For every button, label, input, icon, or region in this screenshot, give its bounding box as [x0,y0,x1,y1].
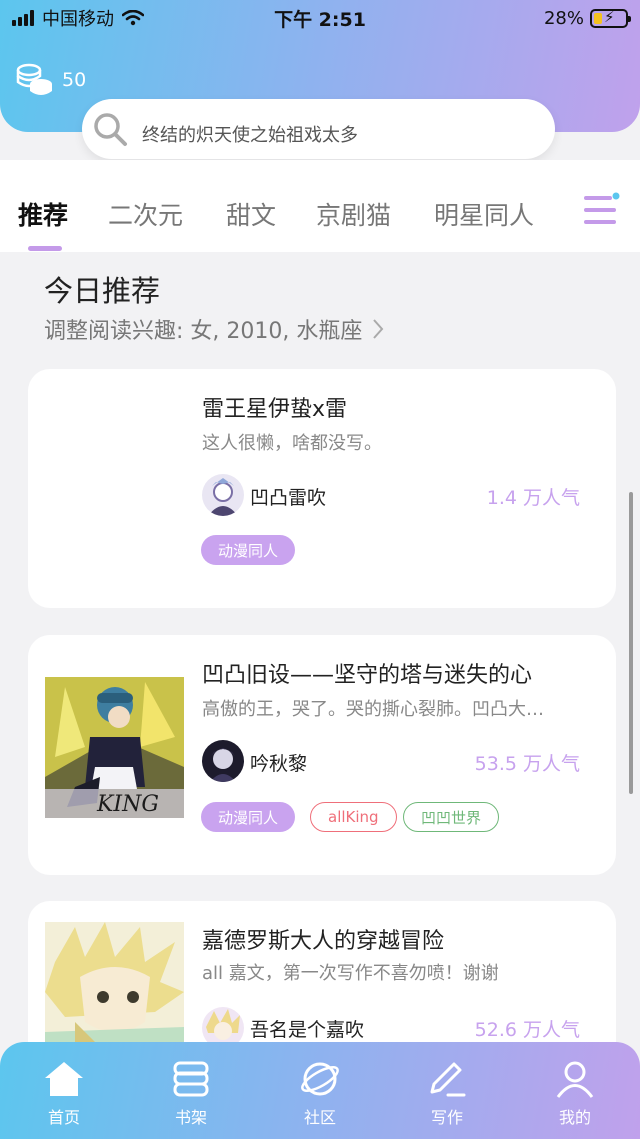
coin-count: 50 [62,69,87,91]
battery-icon: ⚡ [590,8,631,28]
nav-home[interactable]: 首页 [24,1060,104,1128]
book-description: 这人很懒，啥都没写。 [202,433,382,454]
author-name[interactable]: 凹凸雷吹 [250,483,326,510]
status-right: 28% ⚡ [543,7,631,29]
status-left: 中国移动 [12,5,144,31]
popularity: 53.5 万人气 [474,753,580,775]
tab-anime[interactable]: 二次元 [108,196,183,232]
tab-celebrity[interactable]: 明星同人 [434,196,534,232]
section-title: 今日推荐 [44,274,161,308]
popularity: 1.4 万人气 [486,487,580,509]
signal-icon [12,10,34,26]
category-tabs: 推荐 二次元 甜文 京剧猫 明星同人 [0,160,640,252]
author-name[interactable]: 吟秋黎 [250,749,307,776]
chevron-right-icon [373,319,384,339]
wifi-icon [122,10,144,26]
active-tab-indicator [28,246,62,251]
nav-write[interactable]: 写作 [407,1060,487,1128]
search-icon [94,113,127,146]
carrier-label: 中国移动 [42,9,114,30]
book-cover[interactable]: KING [45,677,184,818]
nav-bookshelf[interactable]: 书架 [151,1060,231,1128]
scrollbar[interactable] [629,492,633,794]
bookshelf-icon [173,1061,209,1097]
tab-sweet[interactable]: 甜文 [226,196,276,232]
cover-text: KING [96,792,159,817]
home-icon [45,1062,83,1096]
nav-profile[interactable]: 我的 [535,1060,615,1128]
book-title: 嘉德罗斯大人的穿越冒险 [202,929,445,954]
nav-community[interactable]: 社区 [280,1060,360,1128]
book-title: 凹凸旧设——坚守的塔与迷失的心 [202,663,533,688]
nav-label: 社区 [303,1108,336,1127]
search-placeholder: 终结的炽天使之始祖戏太多 [142,125,358,146]
section-subtitle: 调整阅读兴趣: 女, 2010, 水瓶座 [44,319,363,344]
tab-recommend[interactable]: 推荐 [18,196,68,232]
tag[interactable]: 动漫同人 [201,802,296,832]
category-menu-icon[interactable] [580,190,622,230]
search-bar[interactable]: 终结的炽天使之始祖戏太多 [82,99,555,159]
pen-icon [430,1062,466,1097]
tab-opera-cat[interactable]: 京剧猫 [316,196,391,232]
coin-balance[interactable]: 50 [16,62,86,98]
nav-label: 我的 [558,1108,591,1127]
author-avatar[interactable] [202,740,244,782]
nav-label: 写作 [430,1108,463,1127]
author-name[interactable]: 吾名是个嘉吹 [250,1015,364,1042]
book-description: all 嘉文，第一次写作不喜勿喷！谢谢 [202,963,499,984]
tag[interactable]: allKing [310,802,397,832]
nav-label: 首页 [47,1108,80,1127]
profile-icon [556,1061,594,1098]
book-title: 雷王星伊蛰x雷 [202,397,348,422]
coins-icon [16,63,52,95]
book-description: 高傲的王，哭了。哭的撕心裂肺。凹凸大… [202,699,544,720]
book-card[interactable]: KING 凹凸旧设——坚守的塔与迷失的心 高傲的王，哭了。哭的撕心裂肺。凹凸大…… [28,635,616,875]
bottom-nav: 首页 书架 社区 写作 我的 [0,1042,640,1139]
book-card[interactable]: 雷王星伊蛰x雷 这人很懒，啥都没写。 凹凸雷吹 1.4 万人气 动漫同人 [28,369,616,608]
author-avatar[interactable] [202,474,244,516]
tag[interactable]: 凹凹世界 [403,802,500,832]
popularity: 52.6 万人气 [474,1019,580,1041]
battery-percent: 28% [543,7,584,29]
status-bar: 中国移动 下午 2:51 28% ⚡ [0,0,640,36]
reading-interest-link[interactable]: 调整阅读兴趣: 女, 2010, 水瓶座 [44,313,384,345]
tag[interactable]: 动漫同人 [201,535,296,565]
nav-label: 书架 [174,1108,207,1127]
planet-icon [301,1062,339,1096]
